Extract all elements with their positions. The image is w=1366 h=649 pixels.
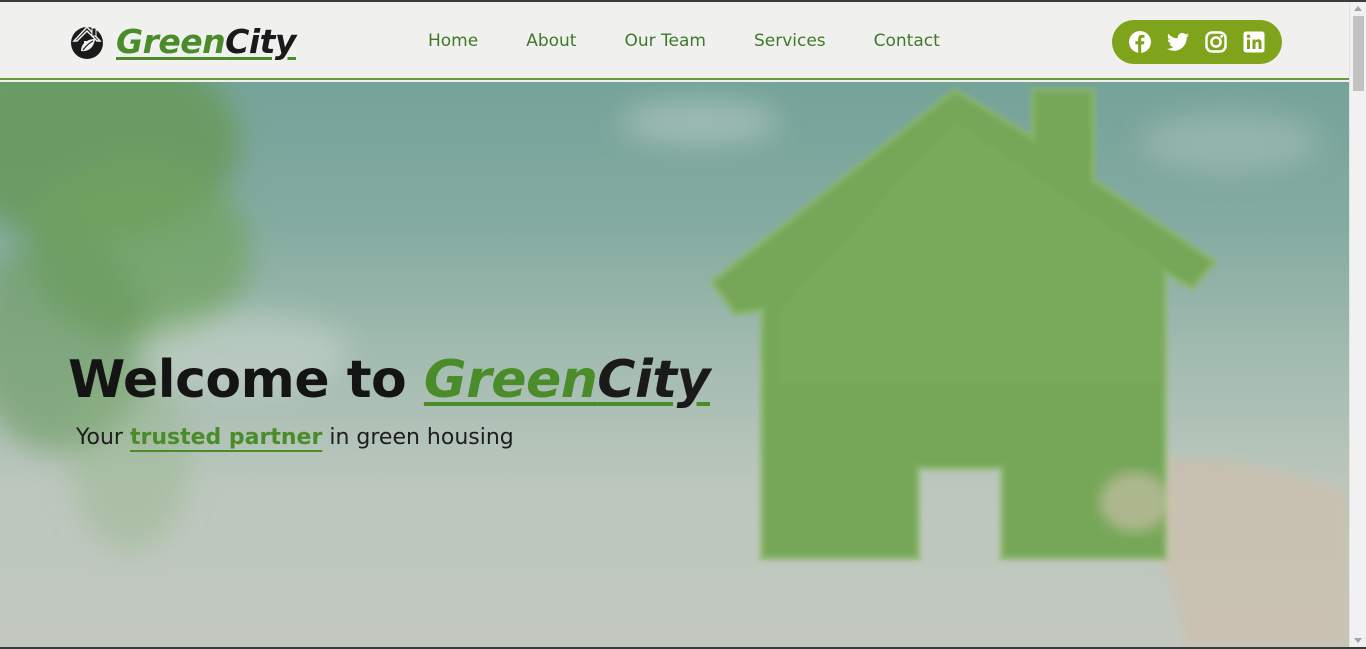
nav-home[interactable]: Home — [428, 31, 478, 51]
hero-brand-name: GreenCity — [423, 350, 711, 410]
hero-title-prefix: Welcome to — [68, 350, 424, 410]
hero-subtitle-suffix: in green housing — [322, 425, 514, 450]
linkedin-link[interactable] — [1241, 29, 1267, 55]
instagram-link[interactable] — [1203, 29, 1229, 55]
hero-title: Welcome to GreenCity — [68, 350, 711, 410]
scroll-down-arrow-icon[interactable] — [1354, 638, 1362, 643]
scroll-up-arrow-icon[interactable] — [1354, 6, 1362, 11]
brand-name-green: Green — [116, 21, 226, 61]
site-header: GreenCity Home About Our Team Services C… — [0, 2, 1349, 80]
nav-contact[interactable]: Contact — [874, 31, 940, 51]
hero-subtitle-highlight: trusted partner — [129, 425, 323, 450]
hero-subtitle: Your trusted partner in green housing — [76, 425, 514, 450]
facebook-icon — [1129, 31, 1151, 53]
nav-services[interactable]: Services — [754, 31, 826, 51]
main-nav: Home About Our Team Services Contact — [404, 2, 964, 80]
hero-brand-city: City — [597, 350, 711, 410]
hero-brand-green: Green — [423, 350, 598, 410]
page-scrollbar[interactable] — [1349, 2, 1366, 647]
scrollbar-thumb[interactable] — [1353, 16, 1364, 91]
facebook-link[interactable] — [1127, 29, 1153, 55]
hero-subtitle-prefix: Your — [76, 425, 130, 450]
nav-our-team[interactable]: Our Team — [624, 31, 705, 51]
brand-logo-link[interactable]: GreenCity — [68, 20, 296, 62]
brand-name: GreenCity — [116, 22, 296, 61]
twitter-icon — [1167, 33, 1189, 51]
nav-about[interactable]: About — [526, 31, 576, 51]
brand-name-city: City — [225, 21, 296, 61]
hero-section: Welcome to GreenCity Your trusted partne… — [0, 82, 1349, 647]
house-leaf-logo-icon — [71, 25, 103, 59]
twitter-link[interactable] — [1165, 29, 1191, 55]
instagram-icon — [1205, 31, 1227, 53]
social-links — [1112, 20, 1282, 64]
linkedin-icon — [1243, 31, 1265, 53]
